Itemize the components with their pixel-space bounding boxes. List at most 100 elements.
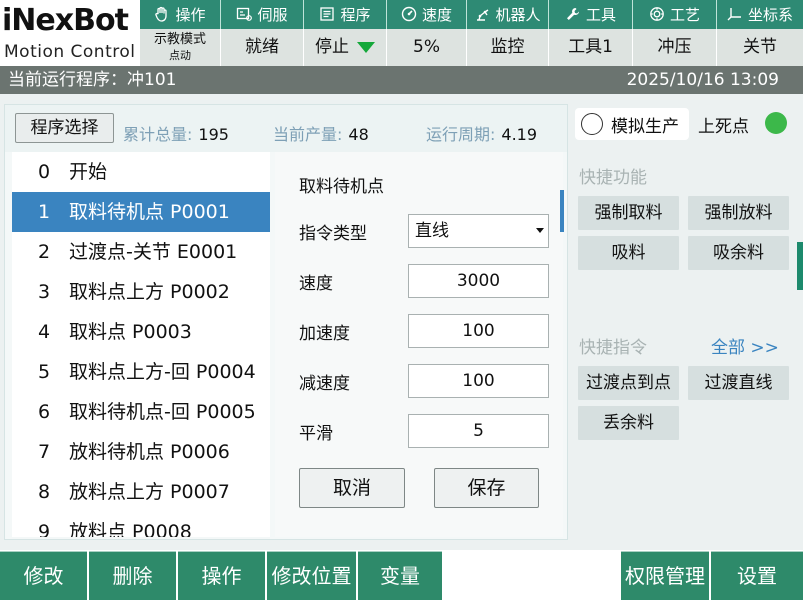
- nav-label: 操作: [175, 6, 206, 24]
- save-button[interactable]: 保存: [434, 468, 539, 508]
- suction-scrap-button[interactable]: 吸余料: [688, 236, 789, 270]
- program-icon: [320, 7, 335, 21]
- axis-icon: [727, 8, 741, 21]
- status-monitor[interactable]: 监控: [466, 29, 548, 66]
- list-item[interactable]: 0 开始: [12, 152, 270, 192]
- nav-servo[interactable]: 伺服: [220, 0, 303, 29]
- speed-input[interactable]: 3000: [408, 264, 549, 298]
- status-led-icon: [765, 112, 787, 134]
- total-count-value: 195: [198, 125, 229, 144]
- line-text: 放料点 P0008: [69, 521, 192, 537]
- deceleration-input[interactable]: 100: [408, 364, 549, 398]
- list-item[interactable]: 9 放料点 P0008: [12, 512, 270, 537]
- list-item-selected[interactable]: 1 取料待机点 P0001: [12, 192, 270, 232]
- line-number: 8: [38, 481, 51, 503]
- status-coordinate[interactable]: 关节: [716, 29, 803, 66]
- cycle-time-label: 运行周期:: [426, 125, 496, 144]
- line-text: 放料点上方 P0007: [69, 481, 230, 503]
- acceleration-label: 加速度: [299, 324, 350, 344]
- program-toolbar: 程序选择 累计总量: 195 当前产量: 48 运行周期: 4.19: [5, 105, 567, 152]
- line-number: 9: [38, 521, 51, 537]
- mode-label: 示教模式: [153, 32, 206, 47]
- transition-linear-button[interactable]: 过渡直线: [688, 366, 789, 400]
- robot-arm-icon: [477, 9, 489, 21]
- delete-button[interactable]: 删除: [89, 551, 176, 600]
- nav-program[interactable]: 程序: [303, 0, 386, 29]
- top-dead-center-label: 上死点: [698, 117, 749, 137]
- smoothing-input[interactable]: 5: [408, 414, 549, 448]
- transition-p2p-button[interactable]: 过渡点到点: [578, 366, 679, 400]
- current-output-value: 48: [348, 125, 369, 144]
- status-process[interactable]: 冲压: [632, 29, 716, 66]
- speed-icon: [401, 6, 417, 22]
- green-triangle-icon: [357, 41, 375, 53]
- acceleration-input[interactable]: 100: [408, 314, 549, 348]
- list-item[interactable]: 8 放料点上方 P0007: [12, 472, 270, 512]
- nav-tool[interactable]: 工具: [548, 0, 632, 29]
- mode-sub-label: 点动: [169, 49, 191, 62]
- line-number: 6: [38, 401, 51, 423]
- line-number: 5: [38, 361, 51, 383]
- side-panel-handle[interactable]: [797, 242, 803, 290]
- list-item[interactable]: 6 取料待机点-回 P0005: [12, 392, 270, 432]
- line-text: 取料点上方-回 P0004: [69, 361, 256, 383]
- form-title: 取料待机点: [299, 177, 384, 197]
- nav-label: 工艺: [669, 6, 700, 24]
- instruction-type-value: 直线: [415, 221, 449, 241]
- status-ready[interactable]: 就绪: [220, 29, 303, 66]
- program-list: 0 开始 1 取料待机点 P0001 2 过渡点-关节 E0001 3 取料点上方 P0…: [12, 152, 270, 537]
- cycle-time-value: 4.19: [501, 125, 538, 144]
- drop-scrap-button[interactable]: 丢余料: [578, 406, 679, 440]
- line-number: 2: [38, 241, 51, 263]
- simulate-production-toggle[interactable]: 模拟生产: [575, 108, 689, 140]
- scrollbar-thumb[interactable]: [560, 190, 564, 232]
- list-item[interactable]: 7 放料待机点 P0006: [12, 432, 270, 472]
- nav-speed[interactable]: 速度: [386, 0, 466, 29]
- edit-button[interactable]: 修改: [0, 551, 87, 600]
- status-stop[interactable]: 停止: [303, 29, 386, 66]
- speed-label: 速度: [299, 274, 333, 294]
- status-speed[interactable]: 5%: [386, 29, 466, 66]
- operation-button[interactable]: 操作: [178, 551, 265, 600]
- current-output-label: 当前产量:: [273, 125, 343, 144]
- current-program: 当前运行程序：冲101: [8, 70, 177, 90]
- current-output: 当前产量: 48: [273, 121, 369, 145]
- force-pick-button[interactable]: 强制取料: [578, 196, 679, 230]
- all-commands-link[interactable]: 全部 >>: [711, 333, 779, 358]
- dropdown-arrow-icon: [536, 228, 544, 233]
- suction-button[interactable]: 吸料: [578, 236, 679, 270]
- line-text: 过渡点-关节 E0001: [69, 241, 238, 263]
- permissions-button[interactable]: 权限管理: [621, 551, 709, 600]
- instruction-type-select[interactable]: 直线: [408, 214, 549, 248]
- cancel-button[interactable]: 取消: [299, 468, 405, 508]
- variables-button[interactable]: 变量: [358, 551, 442, 600]
- stop-label: 停止: [315, 37, 349, 57]
- list-item[interactable]: 2 过渡点-关节 E0001: [12, 232, 270, 272]
- program-panel: 程序选择 累计总量: 195 当前产量: 48 运行周期: 4.19 0 开始 1 取料待…: [4, 104, 568, 540]
- status-mode[interactable]: 示教模式 点动: [140, 29, 220, 66]
- program-select-button[interactable]: 程序选择: [15, 113, 114, 143]
- nav-label: 程序: [340, 6, 371, 24]
- brand-logo: iNexBot Motion Control: [0, 0, 140, 66]
- nav-operation[interactable]: 操作: [140, 0, 220, 29]
- line-text: 开始: [69, 161, 108, 183]
- list-item[interactable]: 4 取料点 P0003: [12, 312, 270, 352]
- list-item[interactable]: 3 取料点上方 P0002: [12, 272, 270, 312]
- nav-coordinate[interactable]: 坐标系: [716, 0, 803, 29]
- total-count-label: 累计总量:: [123, 125, 193, 144]
- line-number: 7: [38, 441, 51, 463]
- modify-position-button[interactable]: 修改位置: [267, 551, 356, 600]
- total-count: 累计总量: 195: [123, 121, 229, 145]
- quick-commands-title: 快捷指令: [579, 338, 647, 358]
- force-place-button[interactable]: 强制放料: [688, 196, 789, 230]
- status-tool[interactable]: 工具1: [548, 29, 632, 66]
- logo-text: iNexBot: [2, 3, 129, 38]
- radio-icon: [581, 113, 603, 135]
- nav-process[interactable]: 工艺: [632, 0, 716, 29]
- footer-spacer: [444, 551, 620, 600]
- settings-button[interactable]: 设置: [711, 551, 803, 600]
- list-item[interactable]: 5 取料点上方-回 P0004: [12, 352, 270, 392]
- logo-tagline: Motion Control: [4, 42, 136, 62]
- line-number: 0: [38, 161, 51, 183]
- nav-robot[interactable]: 机器人: [466, 0, 548, 29]
